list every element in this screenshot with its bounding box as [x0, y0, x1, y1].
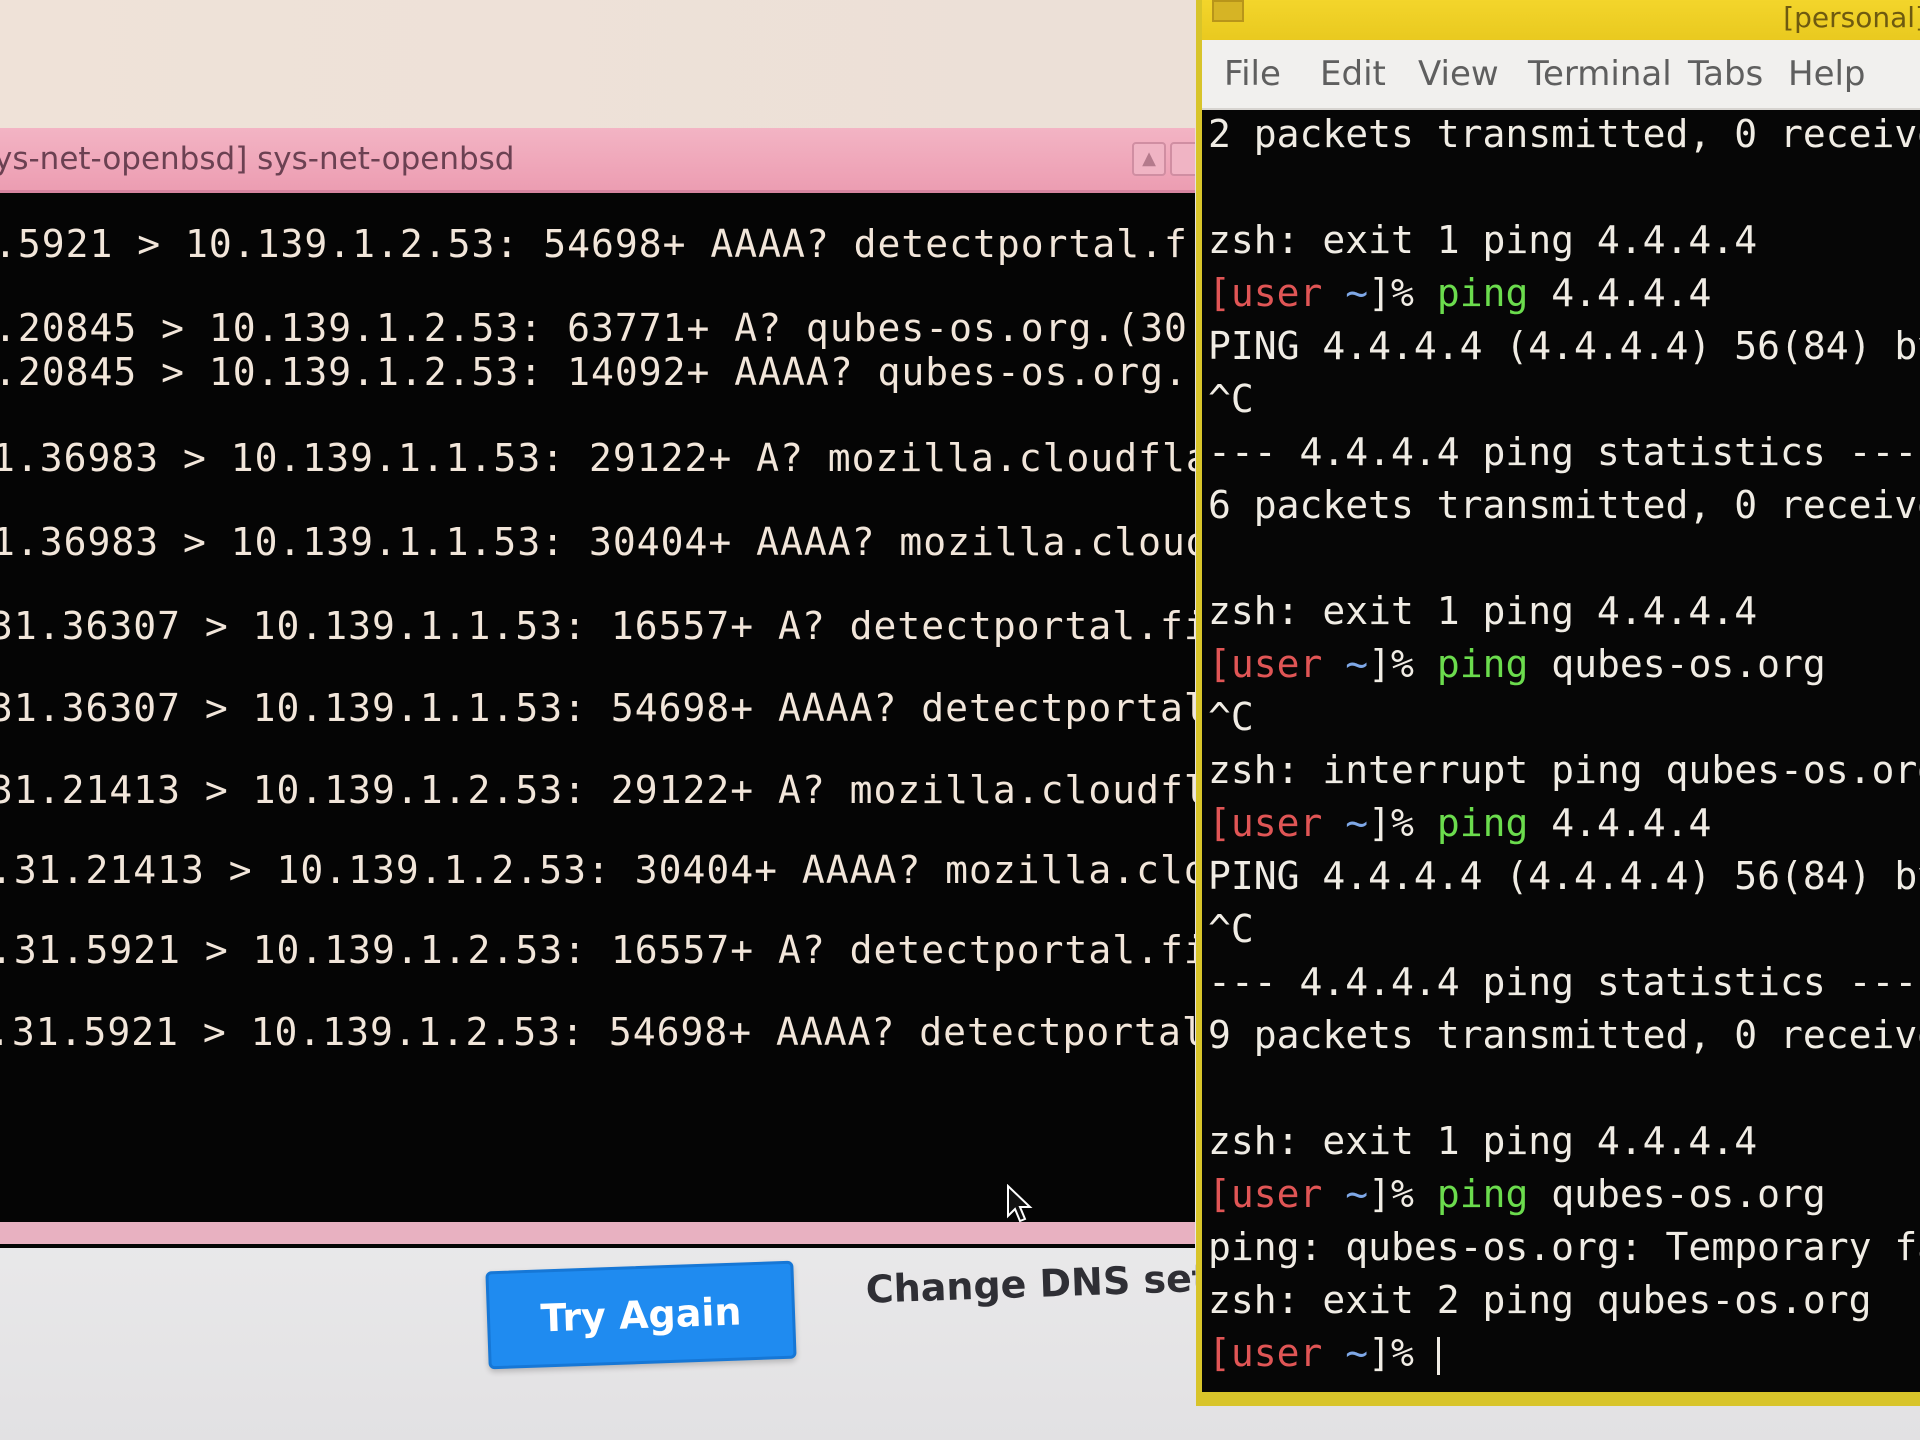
- shell-prompt-line: [user ~]% ping qubes-os.org: [1208, 642, 1826, 686]
- prompt-user: [user: [1208, 1331, 1323, 1375]
- shell-prompt-line: [user ~]% ping 4.4.4.4: [1208, 271, 1711, 315]
- terminal-output[interactable]: 2 packets transmitted, 0 receive zsh: exi…: [1202, 110, 1920, 1400]
- command-args: 4.4.4.4: [1551, 271, 1712, 315]
- command-args: 4.4.4.4: [1551, 801, 1712, 845]
- change-dns-settings-link[interactable]: Change DNS sett: [865, 1256, 1197, 1327]
- maximize-icon[interactable]: ▲: [1132, 142, 1166, 176]
- prompt-end: ]%: [1368, 1172, 1414, 1216]
- menu-file[interactable]: File: [1224, 40, 1281, 108]
- terminal-output-line: --- 4.4.4.4 ping statistics ---: [1208, 960, 1918, 1004]
- terminal-window-title: [personal]: [1783, 1, 1920, 34]
- terminal-output-line: zsh: exit 1 ping 4.4.4.4: [1208, 218, 1758, 262]
- prompt-end: ]%: [1368, 801, 1414, 845]
- terminal-output-line: PING 4.4.4.4 (4.4.4.4) 56(84) byte: [1208, 854, 1920, 898]
- menu-help[interactable]: Help: [1788, 40, 1866, 108]
- terminal-output-line: ping: qubes-os.org: Temporary failu: [1208, 1225, 1920, 1269]
- text-cursor: [1436, 1336, 1440, 1375]
- tcpdump-line: .31.21413 > 10.139.1.2.53: 30404+ AAAA? …: [0, 848, 1195, 892]
- tcpdump-output: 5921 > 10.139.1.2.53: 16557+ A? detectpo…: [0, 228, 1195, 1238]
- menu-terminal[interactable]: Terminal: [1528, 40, 1672, 108]
- terminal-output-line: 2 packets transmitted, 0 receive: [1208, 112, 1920, 156]
- terminal-window-bottom-border: [1196, 1392, 1920, 1406]
- tcpdump-window-bottom-border: [0, 1222, 1195, 1244]
- tcpdump-line: .5921 > 10.139.1.2.53: 54698+ AAAA? dete…: [0, 228, 1188, 266]
- terminal-output-line: zsh: exit 1 ping 4.4.4.4: [1208, 589, 1758, 633]
- prompt-user: [user: [1208, 642, 1323, 686]
- prompt-end: ]%: [1368, 271, 1414, 315]
- prompt-tilde: ~: [1345, 1172, 1369, 1216]
- window-title: ys-net-openbsd] sys-net-openbsd: [0, 141, 515, 177]
- mouse-pointer-icon: [1007, 1184, 1033, 1223]
- tcpdump-line: .20845 > 10.139.1.2.53: 14092+ AAAA? qub…: [0, 350, 1188, 394]
- prompt-end: ]%: [1368, 642, 1414, 686]
- terminal-output-line: 6 packets transmitted, 0 received: [1208, 483, 1920, 527]
- prompt-user: [user: [1208, 801, 1323, 845]
- terminal-output-line: PING 4.4.4.4 (4.4.4.4) 56(84) byt: [1208, 324, 1920, 368]
- minimize-icon[interactable]: [1170, 142, 1195, 176]
- prompt-tilde: ~: [1345, 642, 1369, 686]
- tcpdump-line: .20845 > 10.139.1.2.53: 63771+ A? qubes-…: [0, 306, 1188, 350]
- shell-prompt-line: [user ~]%: [1208, 1331, 1440, 1375]
- prompt-user: [user: [1208, 271, 1323, 315]
- command-args: qubes-os.org: [1551, 642, 1826, 686]
- shell-prompt-line: [user ~]% ping 4.4.4.4: [1208, 801, 1711, 845]
- terminal-output-line: zsh: interrupt ping qubes-os.org: [1208, 748, 1920, 792]
- tcpdump-line: 1.36983 > 10.139.1.1.53: 29122+ A? mozil…: [0, 436, 1195, 480]
- command-args: qubes-os.org: [1551, 1172, 1826, 1216]
- prompt-tilde: ~: [1345, 271, 1369, 315]
- shell-prompt-line: [user ~]% ping qubes-os.org: [1208, 1172, 1826, 1216]
- tcpdump-window-titlebar[interactable]: ys-net-openbsd] sys-net-openbsd ▲: [0, 128, 1195, 193]
- try-again-button[interactable]: Try Again: [485, 1260, 797, 1370]
- menu-edit[interactable]: Edit: [1320, 40, 1386, 108]
- command-name: ping: [1436, 642, 1529, 686]
- terminal-window-titlebar[interactable]: [personal]: [1202, 0, 1920, 44]
- terminal-output-line: --- 4.4.4.4 ping statistics ---: [1208, 430, 1918, 474]
- tcpdump-line: .31.5921 > 10.139.1.2.53: 16557+ A? dete…: [0, 928, 1195, 972]
- command-name: ping: [1436, 1172, 1529, 1216]
- terminal-output-line: ^C: [1208, 907, 1254, 951]
- terminal-output-line: 9 packets transmitted, 0 received,: [1208, 1013, 1920, 1057]
- tcpdump-line: 31.36307 > 10.139.1.1.53: 54698+ AAAA? d…: [0, 686, 1195, 730]
- command-name: ping: [1436, 801, 1529, 845]
- prompt-tilde: ~: [1345, 801, 1369, 845]
- prompt-end: ]%: [1368, 1331, 1414, 1375]
- terminal-output-line: zsh: exit 2 ping qubes-os.org: [1208, 1278, 1872, 1322]
- tcpdump-line: 31.36307 > 10.139.1.1.53: 16557+ A? dete…: [0, 604, 1195, 648]
- prompt-user: [user: [1208, 1172, 1323, 1216]
- menu-tabs[interactable]: Tabs: [1688, 40, 1763, 108]
- menu-view[interactable]: View: [1418, 40, 1499, 108]
- terminal-window[interactable]: [personal] File Edit View Terminal Tabs …: [1196, 0, 1920, 1400]
- terminal-output-line: ^C: [1208, 695, 1254, 739]
- terminal-output-line: zsh: exit 1 ping 4.4.4.4: [1208, 1119, 1758, 1163]
- prompt-tilde: ~: [1345, 1331, 1369, 1375]
- tcpdump-line: 1.36983 > 10.139.1.1.53: 30404+ AAAA? mo…: [0, 520, 1195, 564]
- tcpdump-line: .31.5921 > 10.139.1.2.53: 54698+ AAAA? d…: [0, 1010, 1195, 1054]
- terminal-output-line: ^C: [1208, 377, 1254, 421]
- command-name: ping: [1436, 271, 1529, 315]
- terminal-menubar: File Edit View Terminal Tabs Help: [1202, 40, 1920, 110]
- window-menu-icon[interactable]: [1212, 0, 1244, 22]
- tcpdump-line: 31.21413 > 10.139.1.2.53: 29122+ A? mozi…: [0, 768, 1195, 812]
- tcpdump-window[interactable]: ys-net-openbsd] sys-net-openbsd ▲ 5921 >…: [0, 128, 1195, 1248]
